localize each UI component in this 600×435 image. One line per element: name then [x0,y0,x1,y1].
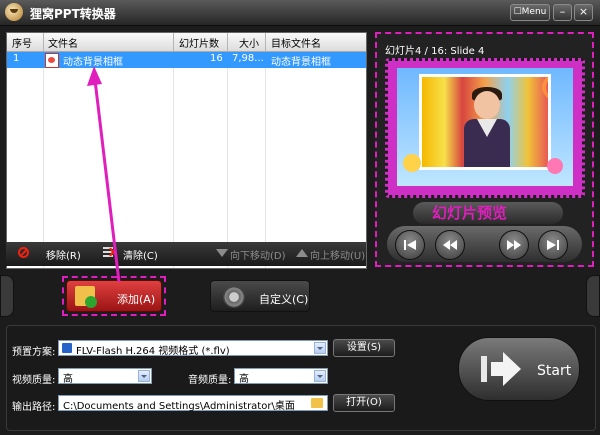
move-down-icon [216,249,228,257]
column-header-target[interactable]: 目标文件名 [271,35,321,50]
next-slide-button[interactable] [499,230,529,260]
menu-label: Menu [521,7,547,17]
video-quality-label: 视频质量: [12,375,56,386]
output-path-label: 输出路径: [12,402,56,413]
start-button[interactable]: Start [458,337,580,401]
row-index: 1 [13,53,20,64]
slide-background [397,68,573,186]
previous-slide-button[interactable] [435,230,465,260]
column-header-size[interactable]: 大小 [239,35,259,50]
open-folder-button[interactable]: 打开(O) [333,394,395,412]
add-file-icon [75,286,97,308]
menu-icon: ☐ [513,7,522,17]
audio-quality-select[interactable]: 高 [234,368,328,385]
preview-caption: 幻灯片预览 [432,204,508,222]
chevron-down-icon[interactable] [138,370,150,382]
start-button-label: Start [537,363,572,379]
start-arrow-icon [481,352,521,386]
app-logo-icon [5,3,23,21]
last-slide-button[interactable] [538,230,568,260]
row-size: 7,98... [232,53,264,64]
custom-button-label: 自定义(C) [259,293,309,306]
preset-select[interactable]: FLV-Flash H.264 视频格式 (*.flv) [58,340,328,357]
video-quality-value: 高 [63,374,73,385]
column-header-filename[interactable]: 文件名 [48,35,78,50]
move-up-icon [296,249,308,257]
preset-value: FLV-Flash H.264 视频格式 (*.flv) [76,346,230,357]
video-quality-select[interactable]: 高 [58,368,152,385]
file-list[interactable]: 序号 文件名 幻灯片数 大小 目标文件名 1 动态背景相框 16 7,98...… [6,32,367,269]
ppt-file-icon [45,53,59,68]
add-button[interactable]: 添加(A) [66,280,162,312]
rewind-icon [443,240,457,250]
slide-counter: 幻灯片4 / 16: Slide 4 [385,46,485,57]
minimize-button[interactable]: – [553,4,572,21]
clear-icon[interactable] [103,246,117,258]
right-edge-decoration [586,275,600,317]
row-slides: 16 [210,53,223,64]
remove-button[interactable]: 移除(R) [46,247,81,262]
add-button-label: 添加(A) [117,293,156,306]
app-title: 狸窝PPT转换器 [30,7,116,21]
chevron-down-icon[interactable] [314,342,326,354]
audio-quality-value: 高 [239,374,249,385]
chevron-down-icon[interactable] [314,370,326,382]
menu-button[interactable]: ☐Menu [510,4,550,21]
list-toolbar: 移除(R) 清除(C) 向下移动(D) 向上移动(U) [6,242,366,266]
output-path-field[interactable]: C:\Documents and Settings\Administrator\… [58,395,328,412]
first-slide-button[interactable] [395,230,425,260]
tools-gear-icon [223,286,245,308]
title-bar: 狸窝PPT转换器 ☐Menu – × [0,0,600,26]
row-target: 动态背景相框 [271,57,331,68]
list-header: 序号 文件名 幻灯片数 大小 目标文件名 [7,33,366,52]
flower-decoration [547,158,563,174]
column-header-slides[interactable]: 幻灯片数 [179,35,219,50]
move-up-button[interactable]: 向上移动(U) [310,247,365,262]
sun-decoration [403,154,421,172]
row-filename: 动态背景相框 [63,57,123,68]
slide-preview [385,58,585,198]
move-down-button[interactable]: 向下移动(D) [230,247,286,262]
clear-button[interactable]: 清除(C) [123,247,158,262]
audio-quality-label: 音频质量: [188,375,232,386]
settings-button[interactable]: 设置(S) [333,339,395,357]
column-header-index[interactable]: 序号 [12,35,32,50]
preset-label: 预置方案: [12,347,56,358]
skip-back-icon [404,240,416,250]
slide-photo [419,74,551,170]
table-row[interactable]: 1 动态背景相框 16 7,98... 动态背景相框 [7,52,366,68]
left-edge-decoration [0,275,14,317]
close-button[interactable]: × [574,4,593,21]
skip-forward-icon [547,240,559,250]
output-path-value: C:\Documents and Settings\Administrator\… [63,401,295,412]
custom-button[interactable]: 自定义(C) [210,280,310,312]
remove-icon[interactable] [18,247,29,258]
fast-forward-icon [507,240,521,250]
flv-format-icon [62,343,72,353]
folder-icon[interactable] [311,398,323,408]
